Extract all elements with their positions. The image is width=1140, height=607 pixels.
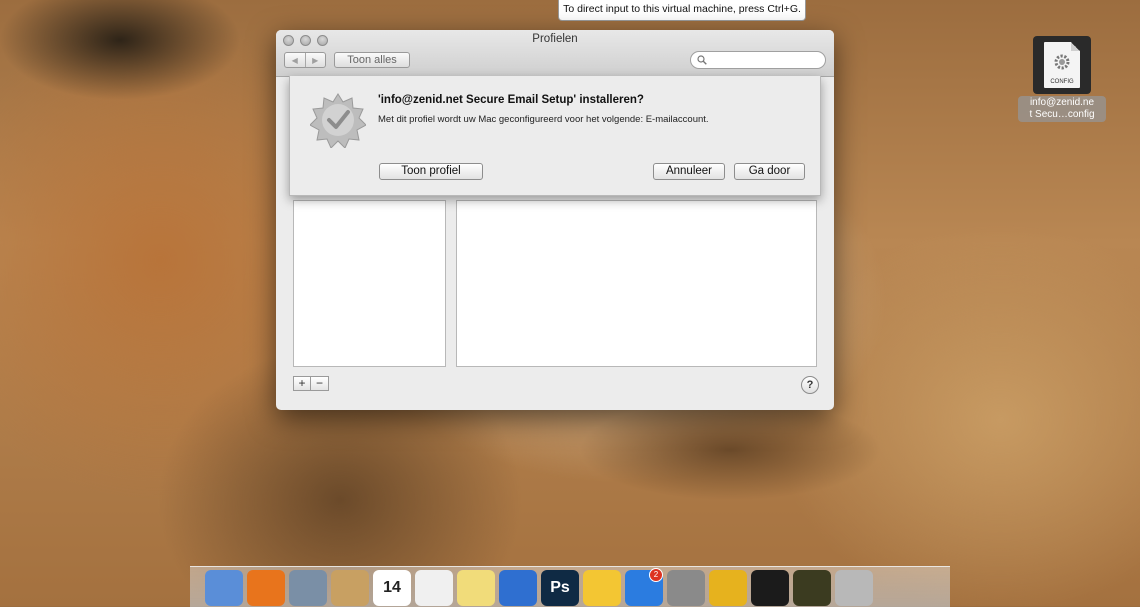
config-doc-label: CONFIG (1050, 79, 1074, 85)
terminal-icon[interactable] (751, 570, 789, 606)
forward-button[interactable]: ▶ (304, 53, 326, 67)
continue-button[interactable]: Ga door (734, 163, 805, 180)
help-button[interactable]: ? (801, 376, 819, 394)
show-profile-button[interactable]: Toon profiel (379, 163, 483, 180)
back-button[interactable]: ◀ (285, 53, 305, 67)
cancel-button[interactable]: Annuleer (653, 163, 725, 180)
notification-badge: 2 (649, 568, 663, 582)
sheet-title: 'info@zenid.net Secure Email Setup' inst… (378, 94, 644, 106)
desktop-config-file[interactable]: CONFIG info@zenid.ne t Secu…config (1018, 36, 1106, 122)
calendar-icon[interactable]: 14 (373, 570, 411, 606)
reminders-icon[interactable] (415, 570, 453, 606)
trash-icon[interactable] (835, 570, 873, 606)
profiles-window: Profielen ◀ ▶ Toon alles + − ? 'info@zen… (276, 30, 834, 410)
config-file-name: info@zenid.ne t Secu…config (1018, 96, 1106, 122)
photoshop-icon[interactable]: Ps (541, 570, 579, 606)
show-all-button[interactable]: Toon alles (334, 52, 410, 68)
config-document-shape: CONFIG (1044, 42, 1080, 88)
photoshop-label: Ps (550, 579, 570, 596)
add-remove-control: + − (293, 376, 329, 391)
system-preferences-icon[interactable] (667, 570, 705, 606)
mail-icon[interactable] (289, 570, 327, 606)
install-profile-sheet: 'info@zenid.net Secure Email Setup' inst… (289, 76, 821, 196)
notes-icon[interactable] (457, 570, 495, 606)
calendar-label: 14 (383, 579, 401, 596)
remove-profile-button[interactable]: − (311, 376, 329, 391)
profile-badge-icon (310, 93, 366, 148)
config-file-icon: CONFIG (1033, 36, 1091, 94)
sheet-message: Met dit profiel wordt uw Mac geconfigure… (378, 114, 709, 125)
finder-icon[interactable] (205, 570, 243, 606)
vm-input-notice: To direct input to this virtual machine,… (558, 0, 806, 21)
app-store-icon[interactable]: 2 (625, 568, 663, 606)
radar-icon[interactable] (793, 570, 831, 606)
gear-icon (1054, 54, 1070, 70)
back-forward-control: ◀ ▶ (284, 52, 326, 68)
search-icon (697, 55, 707, 65)
wallpaper-eye-shadow (0, 0, 260, 120)
itunes-icon[interactable] (499, 570, 537, 606)
file-name-line1: info@zenid.ne (1029, 97, 1095, 108)
profiles-list-pane[interactable] (293, 200, 446, 367)
profile-detail-pane (456, 200, 817, 367)
search-input[interactable] (707, 53, 821, 67)
window-titlebar: Profielen ◀ ▶ Toon alles (276, 30, 834, 77)
arrow-right-icon: ▶ (312, 55, 319, 65)
cyberduck-icon[interactable] (583, 570, 621, 606)
arrow-left-icon: ◀ (291, 55, 298, 65)
dock-icons: 14 Ps 2 (205, 568, 873, 606)
window-title: Profielen (532, 33, 578, 45)
add-profile-button[interactable]: + (293, 376, 311, 391)
opera-icon[interactable] (709, 570, 747, 606)
page-fold (1071, 42, 1080, 51)
address-book-icon[interactable] (331, 570, 369, 606)
search-field[interactable] (690, 51, 826, 69)
file-name-line2: t Secu…config (1029, 109, 1095, 120)
firefox-icon[interactable] (247, 570, 285, 606)
